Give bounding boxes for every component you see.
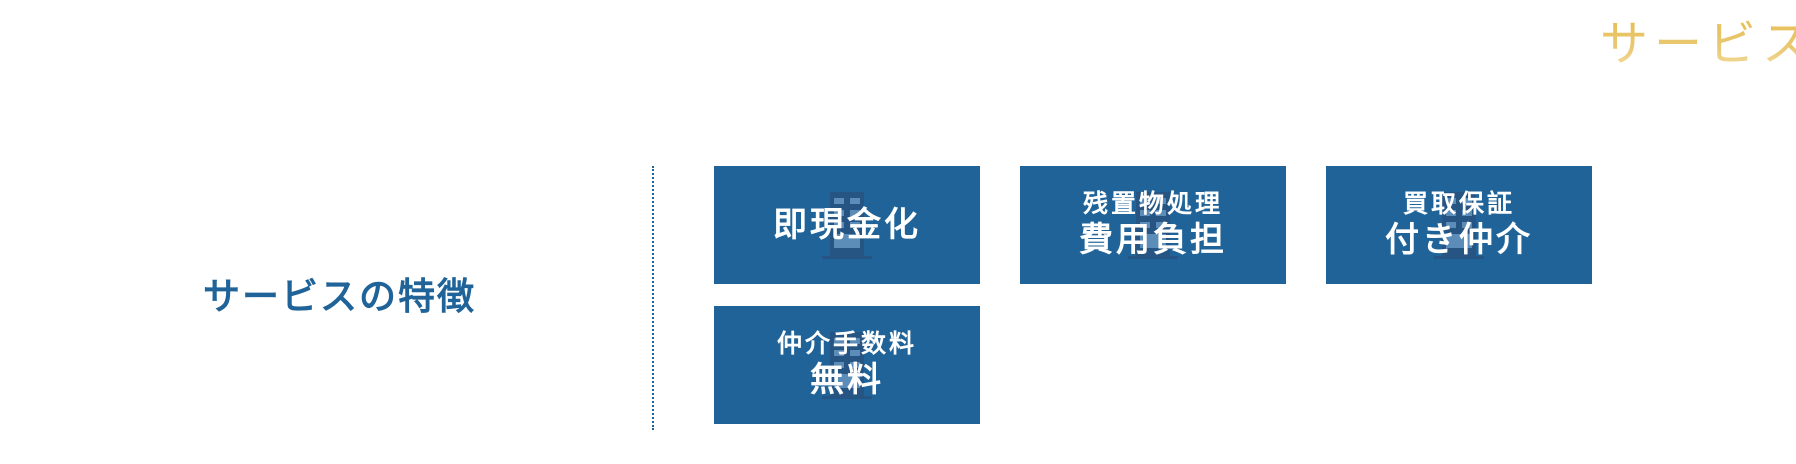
section-heading: サービスの特徴 <box>203 274 476 318</box>
feature-card-leftover-disposal[interactable]: 残置物処理 費用負担 <box>1020 166 1286 284</box>
feature-card-buyback-guarantee[interactable]: 買取保証 付き仲介 <box>1326 166 1592 284</box>
dotted-divider <box>652 166 654 430</box>
services-section: サービス サービスの特徴 即現金化 残置物処理 費用負担 買取保証 付き仲介 仲… <box>0 0 1796 464</box>
decorative-section-title: サービス <box>1600 16 1796 72</box>
feature-subtitle: 仲介手数料 <box>776 329 917 358</box>
feature-subtitle: 残置物処理 <box>1082 189 1223 218</box>
feature-title: 付き仲介 <box>1385 220 1533 260</box>
feature-card-no-commission[interactable]: 仲介手数料 無料 <box>714 306 980 424</box>
feature-title: 即現金化 <box>773 205 921 245</box>
feature-card-instant-cash[interactable]: 即現金化 <box>714 166 980 284</box>
feature-title: 費用負担 <box>1079 220 1227 260</box>
feature-subtitle: 買取保証 <box>1402 189 1515 218</box>
feature-title: 無料 <box>810 360 884 400</box>
